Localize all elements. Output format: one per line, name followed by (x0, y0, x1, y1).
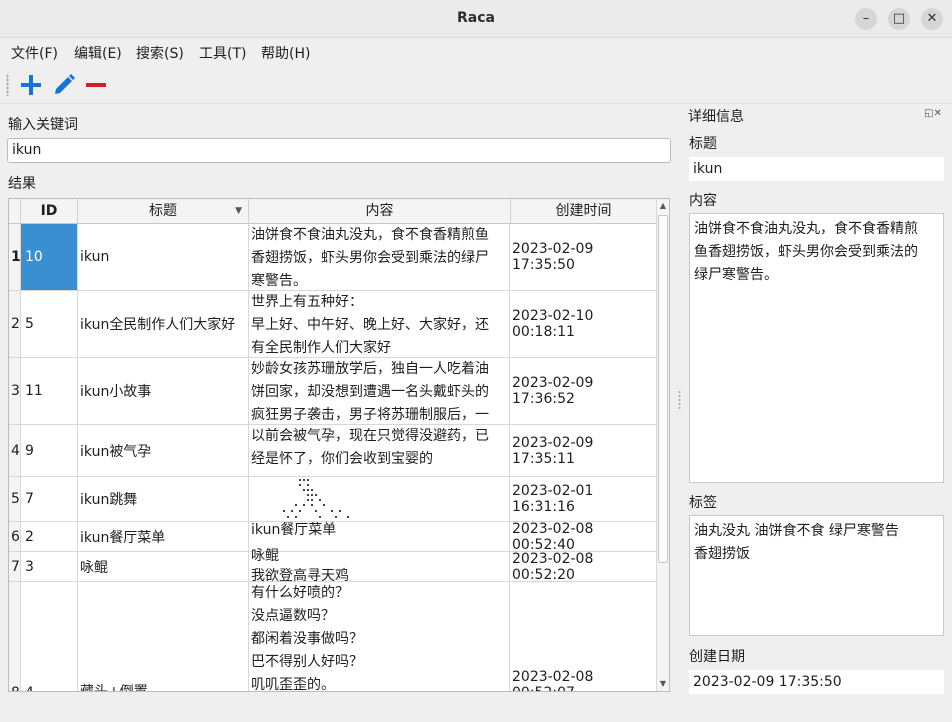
corner-header (9, 199, 21, 224)
plus-icon[interactable] (18, 72, 44, 98)
cell-title[interactable]: 藏头+倒置 (78, 582, 249, 691)
cell-time[interactable]: 2023-02-08 00:52:07 (510, 582, 657, 691)
column-header-title-label: 标题 (149, 203, 177, 219)
minus-icon[interactable] (83, 72, 109, 98)
cell-title[interactable]: ikun (78, 224, 249, 290)
cell-id[interactable]: 11 (21, 358, 78, 424)
row-number: 3 (9, 358, 21, 424)
detail-tags-label: 标签 (689, 495, 717, 511)
row-number: 7 (9, 552, 21, 581)
detail-date-field[interactable]: 2023-02-09 17:35:50 (689, 670, 944, 694)
cell-time[interactable]: 2023-02-09 17:35:11 (510, 425, 657, 476)
search-label: 输入关键词 (8, 117, 78, 133)
cell-id[interactable]: 4 (21, 582, 78, 691)
scroll-down-arrow-icon[interactable]: ▼ (657, 677, 669, 691)
cell-title[interactable]: ikun全民制作人们大家好 (78, 291, 249, 357)
row-number: 2 (9, 291, 21, 357)
cell-content[interactable]: 油饼食不食油丸没丸，食不食香精煎鱼 香翅捞饭，虾头男你会受到乘法的绿尸 寒警告。 (249, 224, 510, 290)
cell-title[interactable]: ikun跳舞 (78, 477, 249, 521)
results-label: 结果 (8, 176, 36, 192)
row-number: 6 (9, 522, 21, 551)
cell-time[interactable]: 2023-02-08 00:52:40 (510, 522, 657, 551)
cell-time[interactable]: 2023-02-09 17:35:50 (510, 224, 657, 290)
table-row[interactable]: 3 11 ikun小故事 妙龄女孩苏珊放学后，独自一人吃着油 饼回家，却没想到遭遇… (9, 358, 657, 425)
table-row[interactable]: 7 3 咏鲲 咏鲲 我欲登高寻天鸡 2023-02-08 00:52:20 (9, 546, 657, 582)
table-scrollbar[interactable]: ▲ ▼ (656, 199, 669, 691)
minimize-button[interactable]: – (855, 8, 877, 30)
cell-id[interactable]: 9 (21, 425, 78, 476)
results-table[interactable]: ID 标题 ▼ 内容 创建时间 1 10 ikun 油饼食不食油丸没丸，食不食香… (8, 198, 670, 692)
cell-content[interactable]: 咏鲲 我欲登高寻天鸡 (249, 546, 510, 582)
cell-title[interactable]: ikun餐厅菜单 (78, 522, 249, 551)
row-number: 4 (9, 425, 21, 476)
table-row[interactable]: 4 9 ikun被气孕 以前会被气孕，现在只觉得没避药，已 经是怀了，你们会收到宝… (9, 425, 657, 477)
table-header: ID 标题 ▼ 内容 创建时间 (9, 199, 657, 224)
column-header-time[interactable]: 创建时间 (511, 199, 657, 224)
cell-content[interactable]: 妙龄女孩苏珊放学后，独自一人吃着油 饼回家，却没想到遭遇一名头戴虾头的 疯狂男子袭击… (249, 358, 510, 424)
column-header-title[interactable]: 标题 ▼ (78, 199, 249, 224)
cell-time[interactable]: 2023-02-01 16:31:16 (510, 477, 657, 521)
row-number: 1 (9, 224, 21, 290)
scrollbar-thumb[interactable] (658, 215, 668, 563)
menu-help[interactable]: 帮助(H) (261, 43, 310, 63)
detail-title-label: 标题 (689, 136, 717, 152)
table-row[interactable]: 1 10 ikun 油饼食不食油丸没丸，食不食香精煎鱼 香翅捞饭，虾头男你会受到乘… (9, 224, 657, 291)
table-row[interactable]: 5 7 ikun跳舞 2023-02-01 16:31:16 (9, 477, 657, 522)
detail-tags-text[interactable]: 油丸没丸 油饼食不食 绿尸寒警告 香翅捞饭 (689, 515, 944, 636)
row-number: 5 (9, 477, 21, 521)
detail-content-label: 内容 (689, 193, 717, 209)
cell-content[interactable] (249, 477, 510, 521)
toolbar-grip[interactable] (6, 74, 9, 96)
toolbar (0, 66, 952, 104)
window-title: Raca (457, 10, 495, 26)
menu-search[interactable]: 搜索(S) (136, 43, 184, 63)
table-row[interactable]: 8 4 藏头+倒置 有什么好喷的？没点逼数吗？都闲着没事做吗？巴不得别人好吗？叽… (9, 582, 657, 691)
cell-id[interactable]: 3 (21, 552, 78, 581)
scroll-up-arrow-icon[interactable]: ▲ (657, 199, 669, 213)
cell-content[interactable]: 有什么好喷的？ 没点逼数吗？ 都闲着没事做吗？ 巴不得别人好吗？ 叽叽歪歪的。 (249, 582, 510, 691)
details-dock-title: 详细信息 (688, 109, 744, 125)
menu-file[interactable]: 文件(F) (11, 43, 58, 63)
column-header-id[interactable]: ID (21, 199, 78, 224)
dancing-figure-ascii-art (283, 479, 349, 518)
cell-id[interactable]: 7 (21, 477, 78, 521)
column-header-content[interactable]: 内容 (249, 199, 511, 224)
menu-bar: 文件(F) 编辑(E) 搜索(S) 工具(T) 帮助(H) (0, 38, 952, 66)
detail-date-label: 创建日期 (689, 649, 745, 665)
menu-edit[interactable]: 编辑(E) (74, 43, 122, 63)
cell-title[interactable]: ikun被气孕 (78, 425, 249, 476)
cell-id[interactable]: 2 (21, 522, 78, 551)
cell-content[interactable]: 以前会被气孕，现在只觉得没避药，已 经是怀了，你们会收到宝婴的 (249, 425, 510, 476)
cell-title[interactable]: ikun小故事 (78, 358, 249, 424)
maximize-button[interactable]: □ (888, 8, 910, 30)
cell-id[interactable]: 5 (21, 291, 78, 357)
search-input[interactable]: ikun (7, 138, 671, 163)
dock-float-close-icon[interactable]: ◱✕ (924, 108, 942, 119)
close-button[interactable]: ✕ (921, 8, 943, 30)
table-row[interactable]: 2 5 ikun全民制作人们大家好 世界上有五种好： 早上好、中午好、晚上好、大家… (9, 291, 657, 358)
cell-time[interactable]: 2023-02-10 00:18:11 (510, 291, 657, 357)
pencil-icon[interactable] (51, 72, 77, 98)
splitter-handle[interactable] (678, 390, 681, 410)
detail-content-text[interactable]: 油饼食不食油丸没丸，食不食香精煎 鱼香翅捞饭，虾头男你会受到乘法的 绿尸寒警告。 (689, 213, 944, 483)
cell-title[interactable]: 咏鲲 (78, 552, 249, 581)
cell-time[interactable]: 2023-02-08 00:52:20 (510, 552, 657, 581)
cell-time[interactable]: 2023-02-09 17:36:52 (510, 358, 657, 424)
sort-down-icon: ▼ (235, 206, 242, 216)
row-number: 8 (9, 582, 21, 691)
cell-id[interactable]: 10 (21, 224, 78, 290)
cell-content[interactable]: 世界上有五种好： 早上好、中午好、晚上好、大家好，还 有全民制作人们大家好 (249, 291, 510, 357)
detail-title-field[interactable]: ikun (689, 157, 944, 181)
title-bar: Raca – □ ✕ (0, 0, 952, 38)
menu-tools[interactable]: 工具(T) (199, 43, 246, 63)
